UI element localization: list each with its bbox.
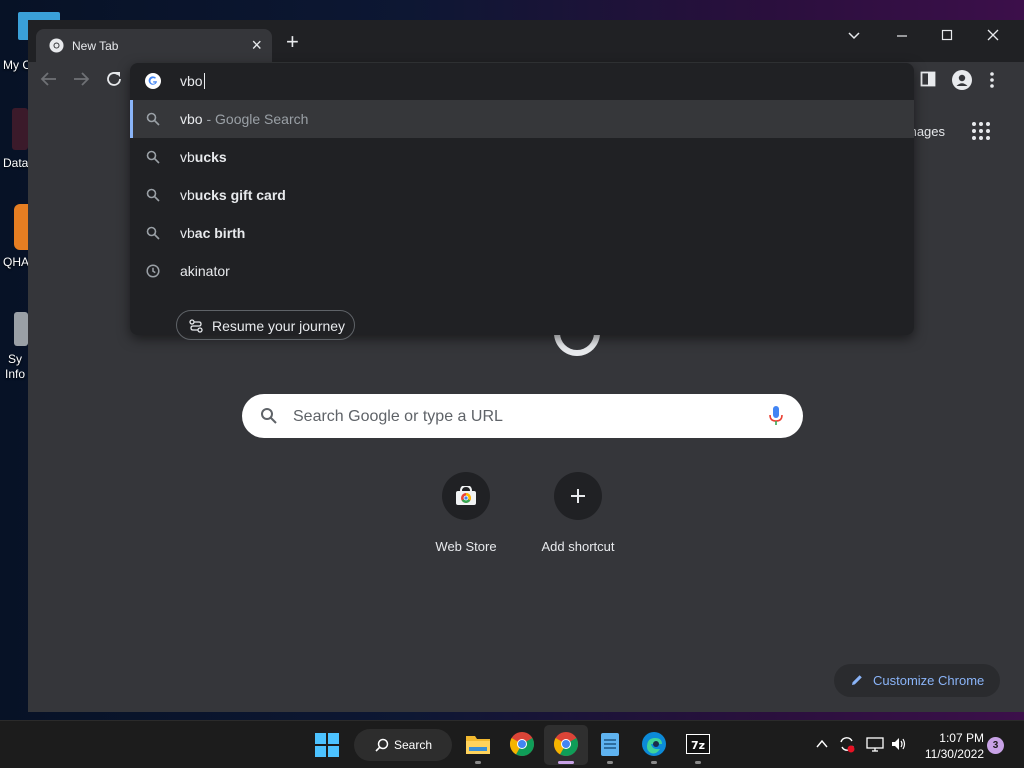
desktop-icon-data[interactable]: Data (0, 108, 30, 170)
clock-date: 11/30/2022 (924, 747, 984, 761)
customize-chrome-button[interactable]: Customize Chrome (834, 664, 1000, 697)
journey-chip-label: Resume your journey (212, 318, 346, 334)
desktop-icon-my-computer[interactable]: My C (0, 12, 60, 72)
suggestion-item[interactable]: vbac birth (130, 214, 914, 252)
taskbar-search-label: Search (394, 738, 433, 752)
search-icon (146, 112, 160, 126)
profile-icon[interactable] (952, 70, 972, 94)
shortcut-tile (442, 472, 490, 520)
suggestion-item[interactable]: vbo - Google Search (130, 100, 914, 138)
svg-text:7z: 7z (691, 739, 705, 752)
file-explorer-icon[interactable] (465, 731, 491, 757)
taskbar: Search 7z 1:07 PM 11/30/2022 3 (0, 720, 1024, 768)
taskbar-search-button[interactable]: Search (354, 729, 452, 761)
desktop-icon-label: QHA (3, 255, 30, 269)
active-indicator (558, 761, 574, 764)
apps-grid-icon[interactable] (972, 122, 990, 140)
plus-icon (571, 489, 585, 503)
title-bar: New Tab × + (28, 20, 1024, 62)
microphone-icon[interactable] (769, 406, 783, 426)
omnibox[interactable]: vbo (130, 63, 914, 99)
side-panel-icon[interactable] (920, 71, 936, 91)
running-indicator (475, 761, 481, 764)
menu-kebab-icon[interactable] (988, 71, 996, 93)
shortcut-label: Web Store (435, 539, 497, 554)
notepad-icon[interactable] (597, 731, 623, 757)
forward-icon[interactable] (72, 70, 90, 92)
chrome-window: New Tab × + vbo vbo - Google Search vbuc… (28, 20, 1024, 712)
minimize-icon[interactable] (896, 28, 908, 44)
app-shortcut-icon (12, 108, 28, 150)
app-shortcut-icon (14, 312, 28, 346)
reload-icon[interactable] (105, 70, 123, 92)
tab-new-tab[interactable]: New Tab × (36, 29, 272, 62)
suggestion-text: vbac birth (180, 225, 246, 241)
omnibox-dropdown: vbo vbo - Google Search vbucks vbucks gi… (130, 63, 914, 340)
resume-journey-chip[interactable]: Resume your journey (176, 310, 355, 340)
desktop-icon-qha[interactable]: QHA (0, 204, 30, 269)
volume-icon[interactable] (890, 735, 908, 753)
search-icon (146, 226, 160, 240)
suggestion-item[interactable]: vbucks (130, 138, 914, 176)
chevron-up-icon[interactable] (816, 739, 828, 749)
search-placeholder: Search Google or type a URL (293, 408, 503, 425)
shortcut-tile (554, 472, 602, 520)
desktop-icon-label: My C (3, 58, 31, 72)
clock-time: 1:07 PM (939, 731, 984, 745)
close-tab-icon[interactable]: × (251, 35, 262, 55)
customize-label: Customize Chrome (873, 673, 985, 688)
maximize-icon[interactable] (941, 28, 953, 44)
suggestion-text: akinator (180, 263, 230, 279)
ntp-search-box[interactable]: Search Google or type a URL (242, 394, 803, 438)
suggestion-item[interactable]: akinator (130, 252, 914, 290)
system-clock[interactable]: 1:07 PM 11/30/2022 (918, 730, 984, 762)
omnibox-input[interactable]: vbo (180, 73, 205, 89)
new-tab-button[interactable]: + (286, 31, 299, 53)
search-icon (261, 408, 277, 424)
shortcut-label: Add shortcut (541, 539, 615, 554)
history-icon (146, 264, 160, 278)
tab-title: New Tab (72, 39, 119, 53)
notification-badge[interactable]: 3 (987, 737, 1004, 754)
7zip-icon[interactable]: 7z (685, 731, 711, 757)
shortcut-add[interactable]: Add shortcut (522, 472, 634, 554)
search-icon (146, 150, 160, 164)
suggestion-text: vbo - Google Search (180, 111, 309, 127)
suggestion-item[interactable]: vbucks gift card (130, 176, 914, 214)
web-store-icon (456, 486, 476, 505)
desktop-icon-sysinfo[interactable]: Sy Info (0, 312, 30, 381)
desktop-icon-label: Sy Info (5, 352, 26, 381)
suggestion-text: vbucks gift card (180, 187, 286, 203)
search-icon (375, 738, 389, 752)
chrome-icon[interactable] (509, 731, 535, 757)
journey-icon (189, 319, 203, 333)
shortcut-web-store[interactable]: Web Store (410, 472, 522, 554)
close-window-icon[interactable] (987, 28, 999, 44)
chrome-icon[interactable] (553, 731, 579, 757)
running-indicator (607, 761, 613, 764)
app-shortcut-icon (14, 204, 28, 250)
windows-start-icon[interactable] (315, 733, 339, 757)
back-icon[interactable] (40, 70, 58, 92)
sync-icon[interactable] (838, 735, 856, 753)
suggestion-text: vbucks (180, 149, 227, 165)
desktop-icon-label: Data (3, 156, 29, 170)
tab-search-icon[interactable] (848, 28, 860, 44)
edge-icon[interactable] (641, 731, 667, 757)
running-indicator (651, 761, 657, 764)
running-indicator (695, 761, 701, 764)
chrome-icon (49, 38, 64, 53)
network-icon[interactable] (866, 735, 884, 753)
pencil-icon (852, 675, 862, 685)
search-icon (146, 188, 160, 202)
google-g-icon (145, 73, 161, 89)
